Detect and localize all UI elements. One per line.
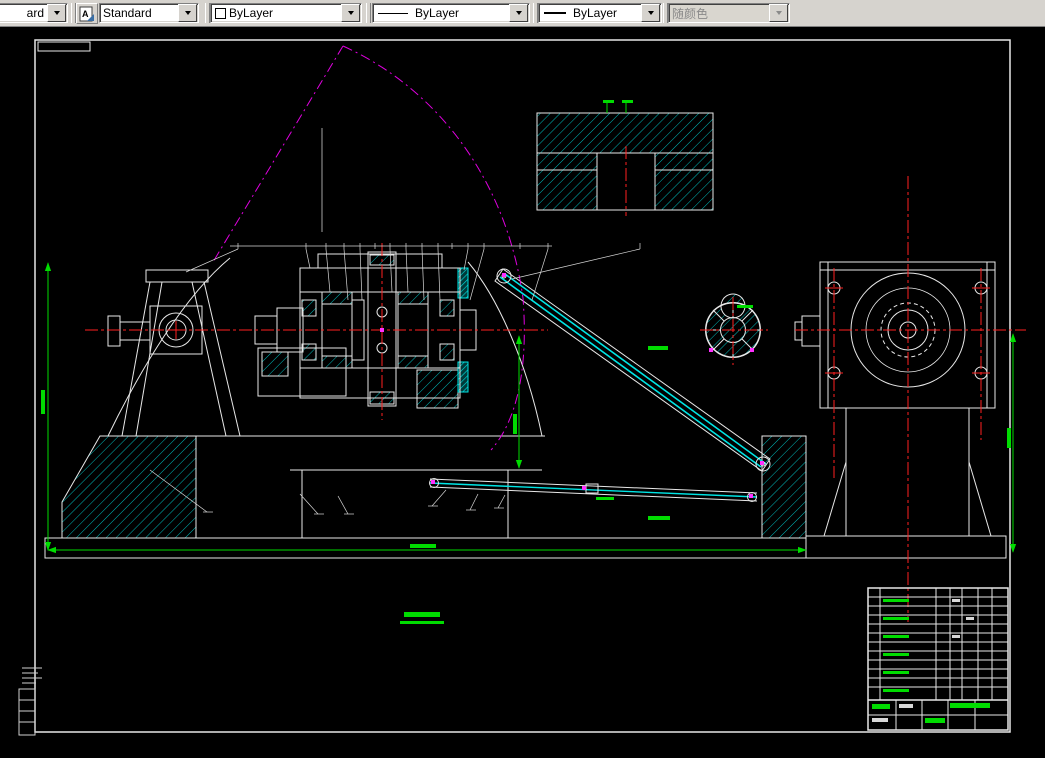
lineweight-combo[interactable]: ByLayer [538,3,662,23]
lineweight-sample [544,12,566,14]
svg-text:A: A [82,9,89,19]
dim-style-value: ard [26,6,44,20]
dim-style-combo[interactable]: ard [0,3,68,23]
chevron-down-icon[interactable] [641,4,660,22]
plot-style-value: 随颜色 [672,6,709,21]
hatched-sections [61,112,807,539]
callout-leaders [149,243,641,515]
chevron-down-icon[interactable] [509,4,528,22]
color-swatch [215,7,226,19]
linetype-sample [378,12,408,14]
text-style-value: Standard [103,6,152,20]
chevron-down-icon [769,4,788,22]
linetype-combo[interactable]: ByLayer [372,3,530,23]
lineweight-value: ByLayer [573,6,618,20]
text-style-combo[interactable]: Standard [99,3,199,23]
centerlines [85,146,1026,622]
drawing-canvas[interactable] [0,27,1045,753]
chevron-down-icon[interactable] [341,4,360,22]
text-style-glyph: A [79,6,94,21]
chevron-down-icon[interactable] [47,4,66,22]
dimensions [41,100,1017,624]
tie-rod [429,478,758,502]
color-combo[interactable]: ByLayer [210,3,362,23]
plot-style-combo: 随颜色 [668,3,790,23]
color-value: ByLayer [229,6,274,20]
chevron-down-icon[interactable] [178,4,197,22]
title-block [867,587,1009,731]
gearbox-view [794,261,996,537]
cad-drawing [18,39,1026,736]
drawing-frame [34,39,1011,733]
object-properties-toolbar: ard A Standard ByLayer ByLayer ByLayer 随… [0,0,1045,27]
phantom-swing-path [212,45,525,451]
toolbar-grip [366,3,371,23]
text-style-icon[interactable]: A [76,3,98,24]
revision-strip [18,667,42,736]
linetype-value: ByLayer [415,6,460,20]
